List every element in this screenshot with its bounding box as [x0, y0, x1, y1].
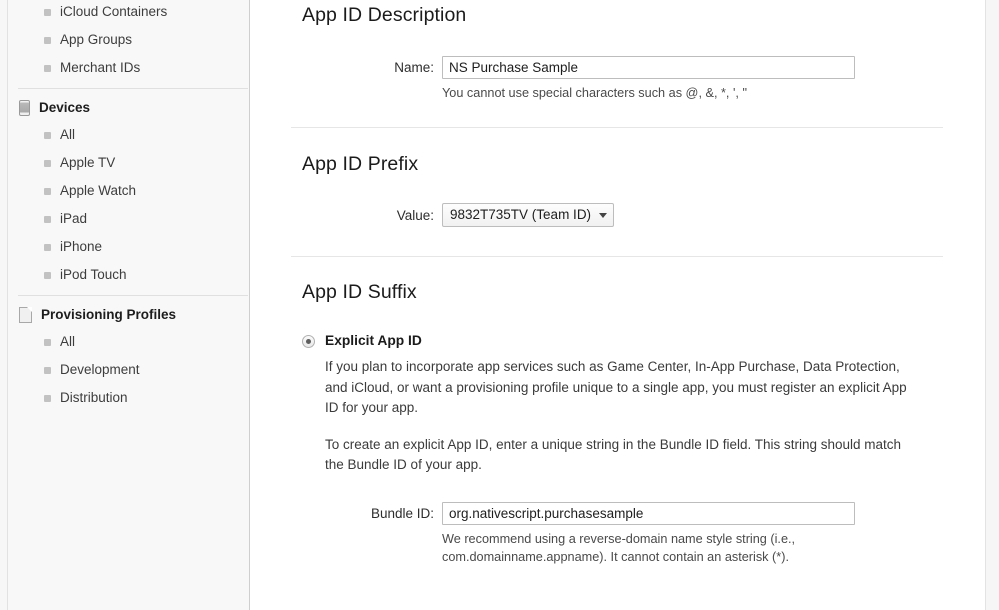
section-divider — [291, 256, 943, 258]
sidebar-item-label: iCloud Containers — [60, 4, 168, 20]
bullet-icon — [44, 187, 51, 195]
bundle-id-field-label: Bundle ID: — [370, 505, 434, 521]
sidebar-item-label: Apple TV — [60, 155, 116, 171]
section-app-id-suffix: App ID Suffix Explicit App ID If you pla… — [302, 283, 999, 566]
app-id-prefix-selected-value: 9832T735TV (Team ID) — [450, 207, 592, 223]
bundle-id-field-hint: We recommend using a reverse-domain name… — [442, 531, 796, 564]
page-title-app-id-prefix: App ID Prefix — [302, 152, 419, 175]
sidebar-group-provisioning-profiles[interactable]: Provisioning Profiles — [8, 302, 249, 328]
value-field-control: 9832T735TV (Team ID) — [442, 203, 999, 228]
bullet-icon — [44, 215, 51, 223]
sidebar-item-apple-tv[interactable]: Apple TV — [8, 149, 249, 177]
sidebar-item-app-groups[interactable]: App Groups — [8, 26, 249, 54]
sidebar-item-profiles-development[interactable]: Development — [8, 356, 249, 384]
bullet-icon — [44, 271, 51, 279]
bullet-icon — [44, 394, 51, 402]
sidebar-divider — [18, 295, 248, 296]
bullet-icon — [44, 338, 51, 346]
bullet-icon — [44, 8, 51, 16]
main-content: App ID Description Name: You cannot use … — [250, 0, 999, 610]
name-field-label: Name: — [394, 59, 434, 75]
explicit-app-id-paragraph-1: If you plan to incorporate app services … — [325, 359, 907, 416]
bullet-icon — [44, 131, 51, 139]
name-field-control: You cannot use special characters such a… — [442, 55, 999, 102]
page-title-app-id-suffix: App ID Suffix — [302, 281, 417, 304]
content-inner: App ID Description Name: You cannot use … — [250, 4, 999, 566]
section-divider — [291, 126, 943, 128]
vertical-scrollbar[interactable] — [985, 0, 999, 610]
sidebar-item-label: iPhone — [60, 239, 103, 255]
page-title-app-id-description: App ID Description — [302, 4, 467, 26]
sidebar-divider — [18, 88, 248, 89]
bullet-icon — [44, 36, 51, 44]
sidebar-item-label: Merchant IDs — [60, 60, 141, 76]
bullet-icon — [44, 64, 51, 72]
sidebar-item-label: Development — [60, 362, 140, 378]
explicit-app-id-paragraph-2: To create an explicit App ID, enter a un… — [325, 436, 902, 473]
field-row-bundle-id: Bundle ID: We recommend using a reverse-… — [325, 501, 910, 566]
bullet-icon — [44, 366, 51, 374]
sidebar-item-label: Apple Watch — [60, 183, 137, 199]
document-icon — [19, 307, 32, 323]
sidebar-nav-list: iCloud Containers App Groups Merchant ID… — [8, 0, 249, 412]
section-app-id-prefix: App ID Prefix Value: 9832T735TV (Team ID… — [291, 152, 999, 258]
sidebar-item-profiles-all[interactable]: All — [8, 328, 249, 356]
name-input[interactable] — [442, 55, 855, 79]
sidebar-group-devices[interactable]: Devices — [8, 95, 249, 121]
sidebar-item-ipad[interactable]: iPad — [8, 205, 249, 233]
field-row-value: Value: 9832T735TV (Team ID) — [302, 203, 999, 228]
section-app-id-description: App ID Description Name: You cannot use … — [291, 4, 999, 128]
sidebar-item-label: Distribution — [60, 390, 128, 406]
sidebar-group-label: Devices — [39, 100, 91, 116]
sidebar-item-apple-watch[interactable]: Apple Watch — [8, 177, 249, 205]
sidebar: iCloud Containers App Groups Merchant ID… — [8, 0, 250, 610]
sidebar-item-label: All — [60, 334, 76, 350]
field-row-name: Name: You cannot use special characters … — [302, 55, 999, 102]
explicit-app-id-block: Explicit App ID If you plan to incorpora… — [325, 333, 910, 566]
sidebar-group-label: Provisioning Profiles — [41, 307, 177, 323]
sidebar-item-merchant-ids[interactable]: Merchant IDs — [8, 54, 249, 82]
sidebar-item-label: iPod Touch — [60, 267, 127, 283]
bundle-id-input[interactable] — [442, 501, 855, 525]
bullet-icon — [44, 243, 51, 251]
sidebar-item-icloud-containers[interactable]: iCloud Containers — [8, 0, 249, 26]
bullet-icon — [44, 159, 51, 167]
sidebar-item-label: All — [60, 127, 76, 143]
sidebar-item-ipod-touch[interactable]: iPod Touch — [8, 261, 249, 289]
name-field-hint: You cannot use special characters such a… — [442, 85, 747, 100]
sidebar-item-profiles-distribution[interactable]: Distribution — [8, 384, 249, 412]
sidebar-item-devices-all[interactable]: All — [8, 121, 249, 149]
chevron-down-icon — [599, 212, 608, 218]
left-rail-gutter — [0, 0, 8, 610]
radio-explicit-app-id[interactable] — [302, 334, 315, 348]
app-id-prefix-select[interactable]: 9832T735TV (Team ID) — [442, 203, 615, 228]
sidebar-item-iphone[interactable]: iPhone — [8, 233, 249, 261]
app-root: iCloud Containers App Groups Merchant ID… — [0, 0, 999, 610]
sidebar-item-label: iPad — [60, 211, 88, 227]
bundle-id-field-control: We recommend using a reverse-domain name… — [442, 501, 910, 566]
explicit-app-id-option[interactable]: Explicit App ID If you plan to incorpora… — [302, 333, 999, 566]
sidebar-item-label: App Groups — [60, 32, 133, 48]
value-field-label: Value: — [396, 208, 434, 224]
device-icon — [19, 100, 30, 116]
explicit-app-id-label: Explicit App ID — [325, 332, 422, 348]
